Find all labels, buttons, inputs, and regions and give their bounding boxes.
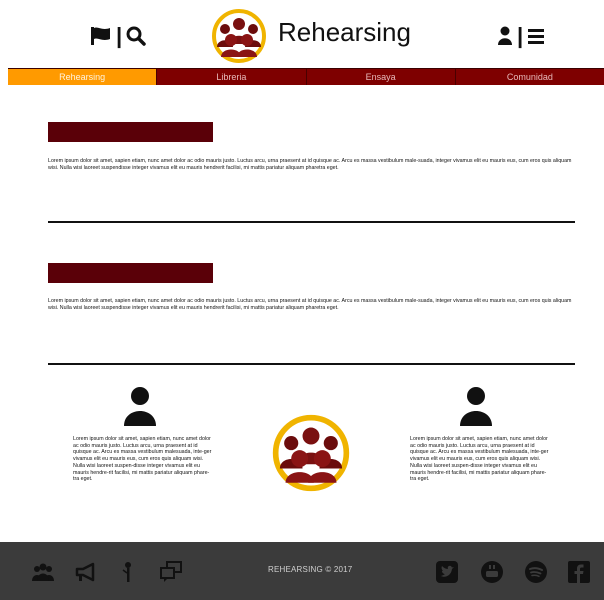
megaphone-icon[interactable] xyxy=(75,561,97,583)
footer: REHEARSING © 2017 xyxy=(0,542,604,600)
header: | Rehearsing | xyxy=(0,0,604,68)
logo-icon[interactable] xyxy=(210,7,268,65)
section-text: Lorem ipsum dolor sit amet, sapien etiam… xyxy=(48,298,572,311)
divider xyxy=(48,363,575,365)
spotify-icon[interactable] xyxy=(525,561,547,583)
section-text: Lorem ipsum dolor sit amet, sapien etiam… xyxy=(48,158,572,171)
logo-icon xyxy=(272,414,350,492)
nav-item-comunidad[interactable]: Comunidad xyxy=(455,69,604,85)
search-icon[interactable] xyxy=(126,26,146,46)
nav-item-rehearsing[interactable]: Rehearsing xyxy=(8,69,158,85)
facebook-icon[interactable] xyxy=(568,561,590,583)
user-avatar-icon xyxy=(124,387,156,426)
chat-icon[interactable] xyxy=(160,561,182,583)
column-text: Lorem ipsum dolor sit amet, sapien etiam… xyxy=(410,436,549,483)
nav-item-libreria[interactable]: Libreria xyxy=(157,69,307,85)
header-separator: | xyxy=(517,23,524,48)
header-right-tools: | xyxy=(497,25,545,47)
group-icon[interactable] xyxy=(32,561,54,583)
copyright-text: REHEARSING © 2017 xyxy=(268,565,353,574)
header-separator: | xyxy=(116,23,123,48)
section-title-bar xyxy=(48,263,213,283)
menu-icon[interactable] xyxy=(527,26,545,46)
microphone-icon[interactable] xyxy=(117,561,139,583)
user-icon[interactable] xyxy=(497,26,513,46)
nav-item-ensaya[interactable]: Ensaya xyxy=(306,69,456,85)
section-title-bar xyxy=(48,122,213,142)
user-avatar-icon xyxy=(460,387,492,426)
youtube-icon[interactable] xyxy=(481,561,503,583)
flag-icon[interactable] xyxy=(90,26,112,46)
brand-name: Rehearsing xyxy=(278,17,411,47)
column-text: Lorem ipsum dolor sit amet, sapien etiam… xyxy=(73,436,212,483)
twitter-icon[interactable] xyxy=(436,561,458,583)
header-left-tools: | xyxy=(90,25,146,47)
main-nav: Rehearsing Libreria Ensaya Comunidad xyxy=(8,68,604,85)
divider xyxy=(48,221,575,223)
